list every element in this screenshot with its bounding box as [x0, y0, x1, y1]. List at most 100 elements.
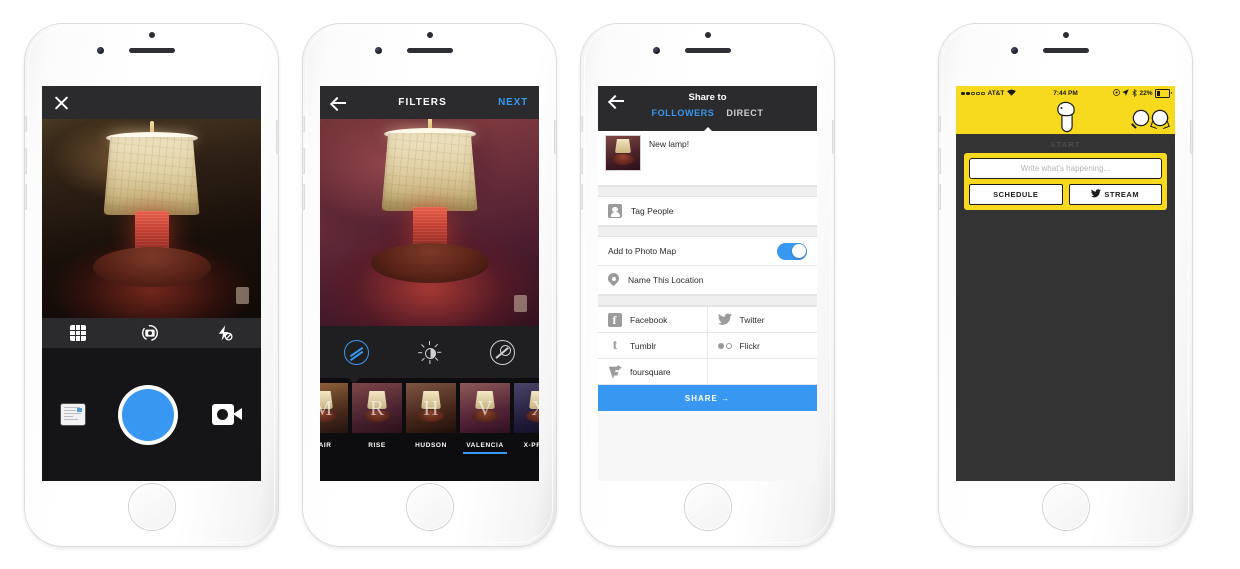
share-navbar: Share to FOLLOWERS DIRECT [598, 86, 817, 132]
stream-button[interactable]: STREAM [1068, 184, 1162, 205]
filter-item-selected[interactable]: V VALENCIA [460, 383, 510, 454]
volume-down-button[interactable] [24, 184, 27, 210]
switch-camera-icon[interactable] [141, 324, 159, 342]
schedule-button-label: SCHEDULE [993, 190, 1039, 199]
meerkat-topbar [956, 101, 1175, 134]
mute-switch[interactable] [302, 116, 305, 132]
power-button[interactable] [1190, 120, 1193, 154]
power-button[interactable] [276, 120, 279, 154]
library-thumbnail[interactable] [60, 404, 85, 425]
facebook-icon [608, 312, 622, 328]
lamp-base [370, 243, 489, 283]
flickr-cell[interactable]: Flickr [707, 333, 817, 359]
power-button[interactable] [554, 120, 557, 154]
camera-topbar [42, 86, 261, 119]
stream-button-label: STREAM [1104, 190, 1140, 199]
close-icon[interactable] [53, 94, 70, 111]
schedule-button[interactable]: SCHEDULE [969, 184, 1063, 205]
proximity-sensor-icon [148, 32, 155, 38]
volume-down-button[interactable] [302, 184, 305, 210]
filter-item[interactable]: H HUDSON [406, 383, 456, 449]
volume-up-button[interactable] [24, 148, 27, 174]
tilt-shift-icon[interactable] [489, 339, 515, 365]
screen-instagram-filters: FILTERS NEXT M AIR R RISE H HUDSON V VAL… [320, 86, 539, 481]
camera-controls [42, 348, 261, 481]
home-button[interactable] [684, 484, 731, 530]
section-divider [598, 186, 817, 197]
wall-outlet [514, 295, 527, 312]
phone-instagram-filters: FILTERS NEXT M AIR R RISE H HUDSON V VAL… [302, 24, 557, 546]
stream-actions: SCHEDULE STREAM [969, 184, 1162, 205]
filter-letter: V [477, 395, 493, 420]
camera-viewfinder[interactable] [42, 119, 261, 318]
filter-strength-icon[interactable] [344, 339, 370, 365]
tab-direct[interactable]: DIRECT [726, 108, 763, 118]
battery-icon [1155, 89, 1172, 98]
foursquare-cell[interactable]: foursquare [598, 359, 708, 385]
twitter-icon [717, 313, 732, 327]
brightness-icon[interactable] [418, 340, 442, 364]
tumblr-cell[interactable]: t Tumblr [598, 333, 708, 359]
foursquare-label: foursquare [630, 366, 671, 377]
filter-thumbnail: R [352, 383, 402, 433]
mute-switch[interactable] [938, 116, 941, 132]
photo-map-toggle[interactable] [777, 242, 807, 260]
phone-instagram-camera [24, 24, 279, 546]
share-button[interactable]: SHARE → [598, 385, 817, 411]
filter-thumbnail: H [406, 383, 456, 433]
filter-label: RISE [368, 442, 386, 449]
volume-up-button[interactable] [302, 148, 305, 174]
caption-row[interactable]: New lamp! [598, 131, 817, 186]
flash-off-icon[interactable] [215, 324, 233, 342]
twitter-cell[interactable]: Twitter [707, 307, 817, 333]
grid-icon[interactable] [69, 325, 86, 341]
front-camera-icon [96, 47, 104, 54]
meerkat-feed-area [956, 210, 1175, 481]
facebook-cell[interactable]: Facebook [598, 307, 708, 333]
front-camera-icon [374, 47, 382, 54]
mute-switch[interactable] [580, 116, 583, 132]
mute-switch[interactable] [24, 116, 27, 132]
home-button[interactable] [128, 484, 175, 530]
edit-tools-bar [320, 326, 539, 384]
tab-followers[interactable]: FOLLOWERS [651, 108, 714, 118]
filter-item[interactable]: M FAIR [320, 383, 348, 449]
lamp-image [370, 119, 489, 283]
filter-item[interactable]: R RISE [352, 383, 402, 449]
location-pin-icon [608, 273, 619, 287]
volume-down-button[interactable] [938, 184, 941, 210]
profile-icon[interactable] [1153, 110, 1167, 125]
tab-caret-indicator [702, 127, 713, 132]
caption-text[interactable]: New lamp! [649, 136, 689, 149]
clock-label: 7:44 PM [1053, 90, 1078, 97]
home-button[interactable] [1042, 484, 1089, 530]
lamp-shade [103, 137, 200, 215]
filter-strip[interactable]: M FAIR R RISE H HUDSON [320, 378, 539, 481]
flickr-label: Flickr [739, 340, 760, 351]
tag-people-row[interactable]: Tag People [598, 197, 817, 226]
shutter-button[interactable] [122, 388, 175, 441]
name-this-location-row[interactable]: Name This Location [598, 266, 817, 295]
power-button[interactable] [832, 120, 835, 154]
post-thumbnail [606, 136, 640, 170]
arrow-left-icon[interactable] [331, 95, 347, 111]
filter-item[interactable]: X X-PRO II [514, 383, 539, 449]
tag-people-icon [608, 204, 622, 218]
home-button[interactable] [406, 484, 453, 530]
filtered-photo-preview[interactable] [320, 119, 539, 326]
earpiece-speaker [128, 48, 175, 53]
volume-down-button[interactable] [580, 184, 583, 210]
volume-up-button[interactable] [938, 148, 941, 174]
add-to-photo-map-row[interactable]: Add to Photo Map [598, 237, 817, 266]
video-mode-icon[interactable] [212, 404, 243, 425]
page-title: Share to [688, 92, 727, 103]
volume-up-button[interactable] [580, 148, 583, 174]
twitter-label: Twitter [739, 314, 765, 325]
filter-label: VALENCIA [466, 442, 504, 449]
search-icon[interactable] [1134, 110, 1148, 125]
filter-thumbnail: V [460, 383, 510, 433]
ios-status-bar: AT&T 7:44 PM 22% [956, 86, 1175, 101]
stream-title-input[interactable]: Write what's happening... [969, 158, 1162, 179]
filter-thumbnail: X [514, 383, 539, 433]
next-button[interactable]: NEXT [498, 97, 528, 108]
